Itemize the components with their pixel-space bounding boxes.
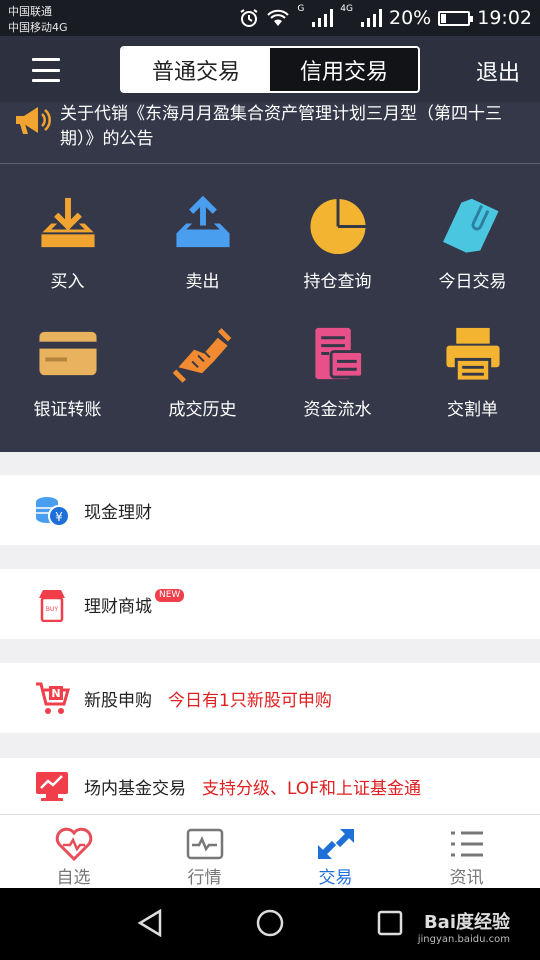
ledger-icon bbox=[314, 327, 364, 380]
bank-card-icon bbox=[38, 331, 97, 376]
logout-button[interactable]: 退出 bbox=[476, 55, 520, 87]
trade-history-label: 成交历史 bbox=[168, 400, 237, 420]
trade-mode-switch: 普通交易 信用交易 bbox=[120, 46, 420, 93]
svg-text:BUY: BUY bbox=[46, 606, 59, 613]
list-item-ipo-subscription[interactable]: N 新股申购 今日有1只新股可申购 bbox=[0, 663, 540, 733]
pie-chart-icon bbox=[309, 198, 366, 255]
paperclip-icon bbox=[442, 198, 499, 253]
carrier-1: 中国联通 bbox=[8, 5, 52, 18]
sell-label: 卖出 bbox=[185, 272, 220, 292]
cash-management-label: 现金理财 bbox=[84, 502, 152, 523]
holdings-button[interactable]: 持仓查询 bbox=[270, 164, 405, 292]
today-trades-button[interactable]: 今日交易 bbox=[405, 164, 540, 292]
tab-watchlist[interactable]: 自选 bbox=[6, 815, 141, 889]
signal-2-icon bbox=[361, 9, 382, 27]
tab-news[interactable]: 资讯 bbox=[399, 815, 534, 889]
exchange-fund-label: 场内基金交易 bbox=[84, 778, 186, 799]
buy-button[interactable]: 买入 bbox=[0, 164, 135, 292]
signal-1-icon bbox=[312, 9, 334, 27]
exchange-arrows-icon bbox=[317, 828, 354, 860]
pulse-icon bbox=[186, 828, 223, 860]
monitor-chart-icon bbox=[36, 772, 68, 801]
tab-credit-trade[interactable]: 信用交易 bbox=[270, 48, 418, 91]
tab-market[interactable]: 行情 bbox=[137, 815, 272, 889]
list-icon bbox=[450, 831, 483, 857]
alarm-icon bbox=[240, 9, 258, 27]
bank-transfer-button[interactable]: 银证转账 bbox=[0, 292, 135, 420]
tab-normal-trade[interactable]: 普通交易 bbox=[122, 48, 270, 91]
svg-text:N: N bbox=[51, 687, 60, 700]
ipo-subscription-label: 新股申购 bbox=[84, 690, 152, 711]
battery-icon bbox=[438, 10, 474, 26]
watermark-brand: Bai度经验 bbox=[423, 912, 510, 933]
tab-news-label: 资讯 bbox=[449, 868, 484, 888]
handshake-icon bbox=[172, 328, 231, 383]
network-g-label: G bbox=[297, 4, 305, 14]
list-item-wealth-mall[interactable]: BUY 理财商城 NEW bbox=[0, 569, 540, 639]
notice-banner[interactable]: 关于代销《东海月月盈集合资产管理计划三月型（第四十三期）》的公告 bbox=[0, 102, 540, 164]
today-trades-label: 今日交易 bbox=[438, 272, 507, 292]
network-4g-label: 4G bbox=[340, 4, 353, 14]
shop-icon: BUY bbox=[39, 590, 65, 622]
cash-coins-icon: ¥ bbox=[36, 497, 70, 527]
trade-history-button[interactable]: 成交历史 bbox=[135, 292, 270, 420]
back-icon[interactable] bbox=[136, 908, 164, 938]
buy-label: 买入 bbox=[50, 272, 85, 292]
heart-icon bbox=[55, 827, 92, 861]
battery-fill bbox=[441, 13, 447, 23]
fund-flow-label: 资金流水 bbox=[303, 400, 372, 420]
function-grid: 买入 卖出 持仓查询 今日交易 银证转账 成交历史 资金流水 交割单 bbox=[0, 164, 540, 452]
tab-watchlist-label: 自选 bbox=[56, 868, 91, 888]
sell-upload-icon bbox=[175, 196, 230, 248]
tab-trade[interactable]: 交易 bbox=[268, 815, 403, 889]
statement-label: 交割单 bbox=[447, 400, 498, 420]
statement-button[interactable]: 交割单 bbox=[405, 292, 540, 420]
menu-icon[interactable] bbox=[32, 58, 60, 82]
new-badge: NEW bbox=[155, 588, 185, 602]
carrier-2: 中国移动4G bbox=[8, 21, 68, 34]
holdings-label: 持仓查询 bbox=[303, 272, 372, 292]
list-item-cash-management[interactable]: ¥ 现金理财 bbox=[0, 475, 540, 545]
exchange-fund-note: 支持分级、LOF和上证基金通 bbox=[202, 778, 422, 799]
svg-text:¥: ¥ bbox=[55, 510, 63, 524]
wifi-icon bbox=[267, 9, 290, 26]
system-nav-bar: Bai度经验 jingyan.baidu.com bbox=[0, 888, 540, 960]
watermark-url: jingyan.baidu.com bbox=[417, 934, 510, 945]
wealth-mall-label: 理财商城 bbox=[84, 596, 152, 617]
app-header: 普通交易 信用交易 退出 bbox=[0, 36, 540, 102]
status-bar: 中国联通 中国移动4G G 4G 20% 19:02 bbox=[0, 0, 540, 36]
buy-download-icon bbox=[40, 197, 95, 248]
notice-text: 关于代销《东海月月盈集合资产管理计划三月型（第四十三期）》的公告 bbox=[60, 104, 502, 149]
cart-icon: N bbox=[36, 682, 70, 714]
printer-icon bbox=[445, 327, 500, 383]
list-item-exchange-fund[interactable]: 场内基金交易 支持分级、LOF和上证基金通 bbox=[0, 758, 540, 814]
fund-flow-button[interactable]: 资金流水 bbox=[270, 292, 405, 420]
tab-market-label: 行情 bbox=[187, 868, 222, 888]
tab-trade-label: 交易 bbox=[318, 868, 353, 888]
sell-button[interactable]: 卖出 bbox=[135, 164, 270, 292]
clock: 19:02 bbox=[477, 7, 532, 29]
battery-percent: 20% bbox=[389, 7, 432, 29]
home-icon[interactable] bbox=[255, 908, 285, 938]
recents-icon[interactable] bbox=[376, 909, 404, 937]
megaphone-icon bbox=[16, 107, 51, 134]
bank-transfer-label: 银证转账 bbox=[33, 400, 102, 420]
ipo-subscription-note: 今日有1只新股可申购 bbox=[168, 690, 332, 711]
bottom-tab-bar: 自选 行情 交易 资讯 bbox=[0, 814, 540, 888]
